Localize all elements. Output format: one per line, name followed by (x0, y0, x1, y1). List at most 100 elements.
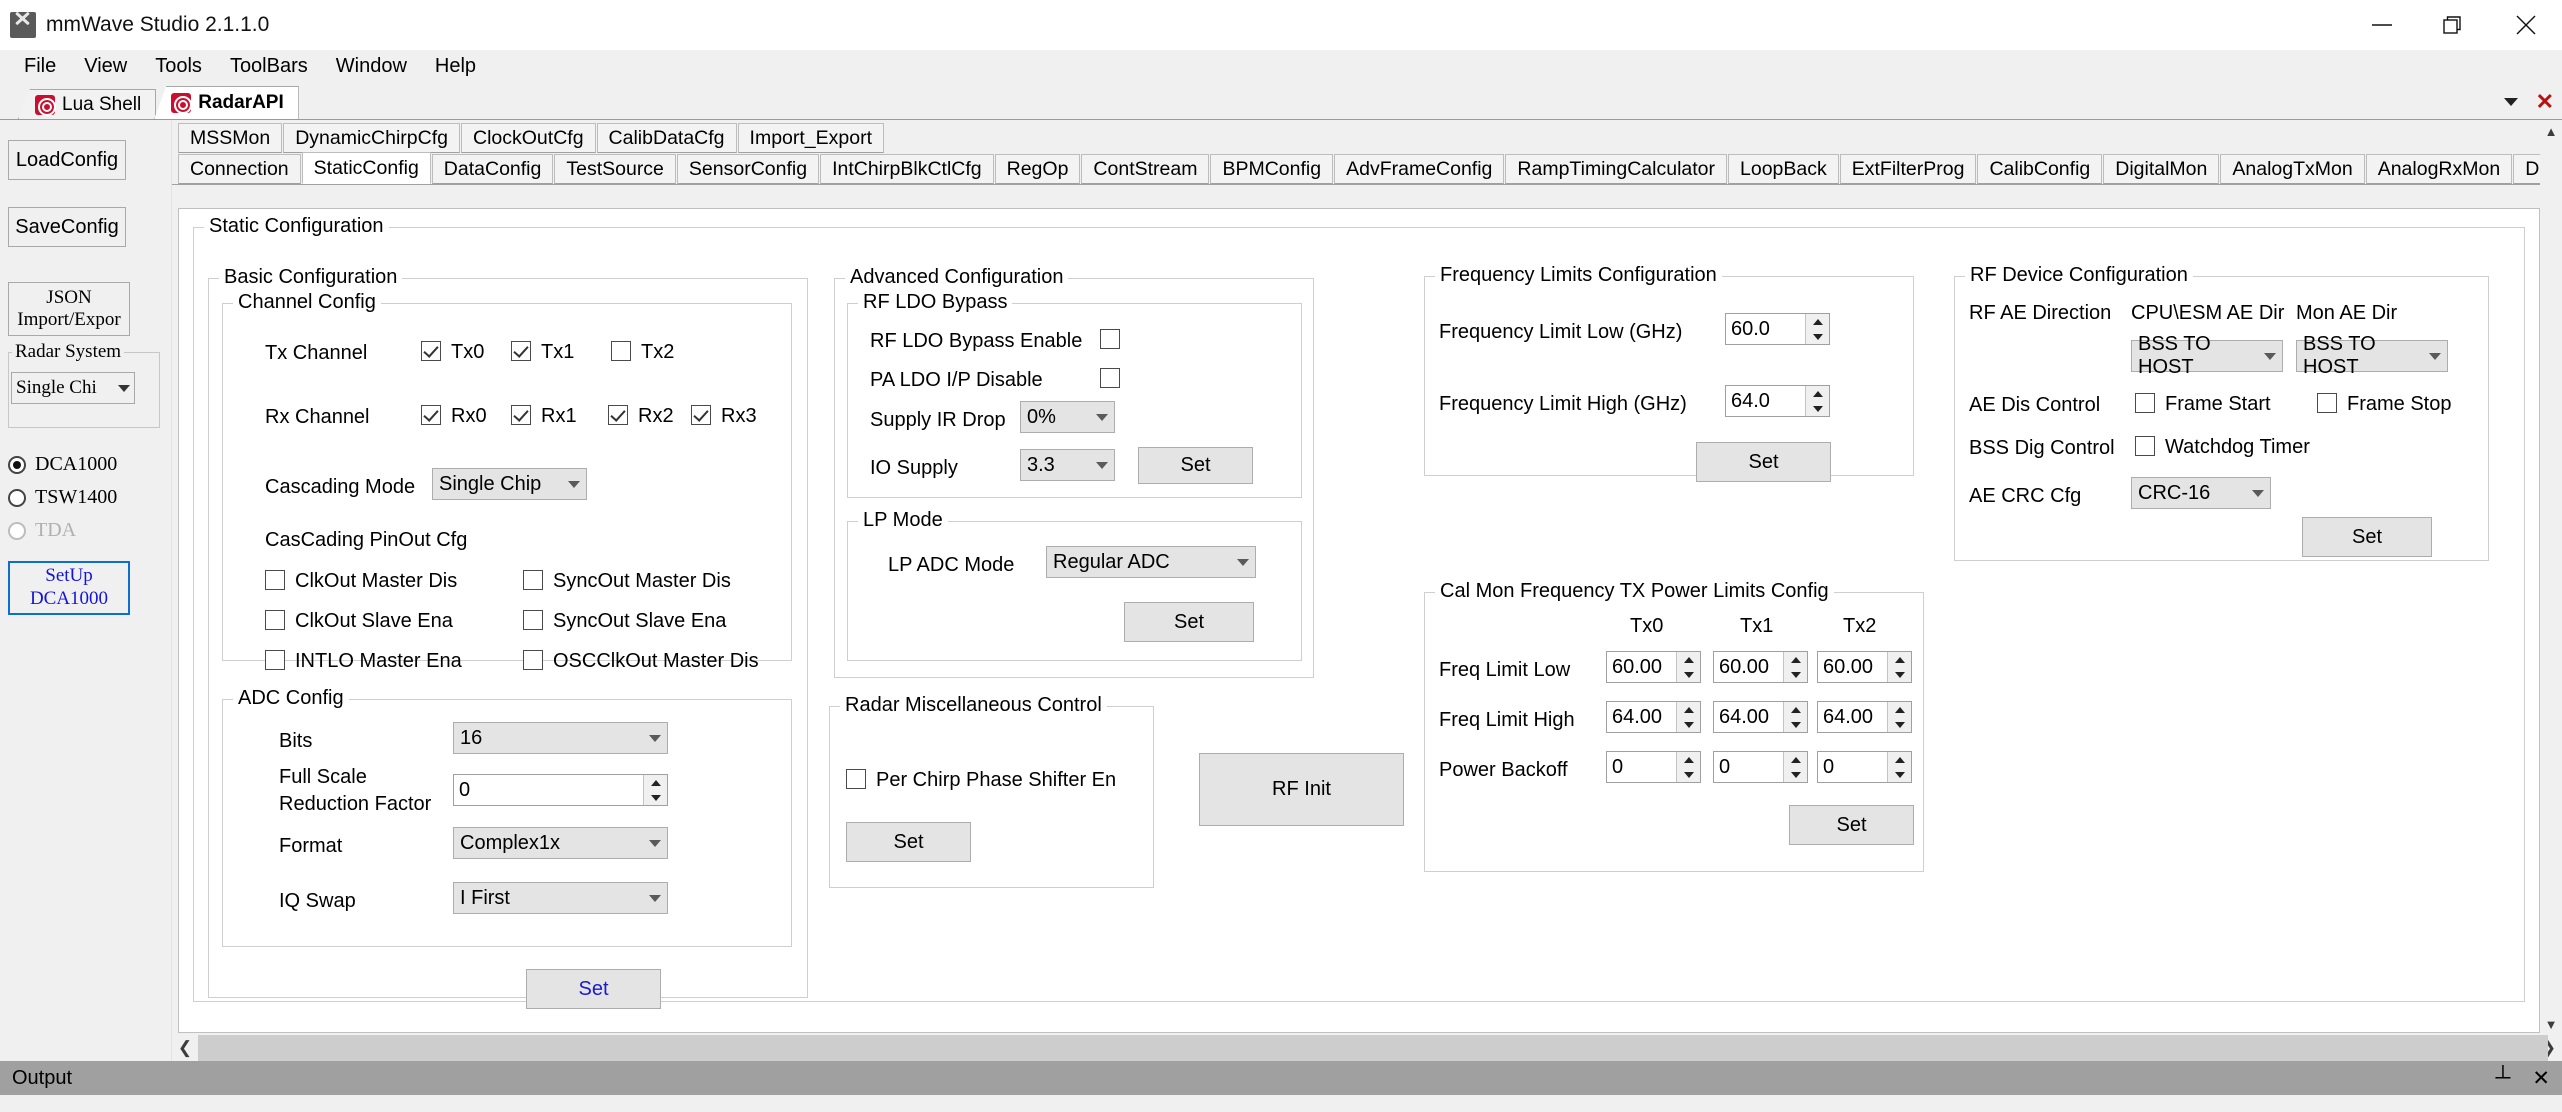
menu-view[interactable]: View (70, 51, 141, 82)
checkbox-rx3[interactable] (691, 405, 711, 425)
scroll-up-icon[interactable]: ▲ (2540, 120, 2562, 142)
scroll-left-icon[interactable]: ❮ (172, 1035, 198, 1061)
spinner-arrows[interactable] (1887, 652, 1911, 682)
maximize-button[interactable] (2418, 0, 2490, 50)
cal-mon-power-backoff-tx0[interactable]: 0 (1606, 751, 1701, 783)
basic-config-set-button[interactable]: Set (526, 969, 661, 1009)
menu-file[interactable]: File (10, 51, 70, 82)
spinner-arrows[interactable] (1676, 702, 1700, 732)
cal-mon-freq-limit-low-tx2[interactable]: 60.00 (1817, 651, 1912, 683)
pin-icon[interactable]: ┴ (2496, 1066, 2511, 1090)
tab-intchirpblkctlcfg[interactable]: IntChirpBlkCtlCfg (820, 154, 994, 184)
cal-mon-freq-limit-high-tx1[interactable]: 64.00 (1713, 701, 1808, 733)
tab-advframeconfig[interactable]: AdvFrameConfig (1334, 154, 1505, 184)
rf-device-set-button[interactable]: Set (2302, 517, 2432, 557)
scroll-down-icon[interactable]: ▼ (2540, 1013, 2562, 1035)
checkbox-rx2[interactable] (608, 405, 628, 425)
lp-adc-mode-select[interactable]: Regular ADC (1046, 546, 1256, 578)
checkbox-paldo-ip-disable[interactable] (1100, 368, 1120, 388)
spinner-arrows[interactable] (1676, 652, 1700, 682)
spinner-arrows[interactable] (1805, 314, 1829, 344)
frequency-limit-low-input[interactable]: 60.0 (1725, 313, 1830, 345)
tab-dynamicchirpcfg[interactable]: DynamicChirpCfg (283, 123, 460, 153)
vertical-scrollbar[interactable]: ▲ ▼ (2540, 120, 2562, 1035)
checkbox-tx0[interactable] (421, 341, 441, 361)
cal-mon-power-backoff-tx1[interactable]: 0 (1713, 751, 1808, 783)
horizontal-scroll-track[interactable] (198, 1035, 2548, 1061)
tab-list-chevron-down-icon[interactable] (2503, 98, 2518, 106)
radar-misc-set-button[interactable]: Set (846, 822, 971, 862)
tab-calibdatacfg[interactable]: CalibDataCfg (596, 123, 737, 153)
tab-bpmconfig[interactable]: BPMConfig (1210, 154, 1334, 184)
tab-contstream[interactable]: ContStream (1081, 154, 1210, 184)
ae-crc-cfg-select[interactable]: CRC-16 (2131, 477, 2271, 509)
json-import-export-button[interactable]: JSON Import/Expor (8, 282, 130, 336)
checkbox-watchdog-timer[interactable] (2135, 436, 2155, 456)
tab-analogrxmon[interactable]: AnalogRxMon (2365, 154, 2513, 184)
cpu-esm-ae-dir-select[interactable]: BSS TO HOST (2131, 333, 2283, 378)
tab-connection[interactable]: Connection (178, 154, 301, 184)
cascading-mode-select[interactable]: Single Chip (432, 468, 587, 500)
checkbox-per-chirp-phase-shifter[interactable] (846, 769, 866, 789)
spinner-arrows[interactable] (1805, 386, 1829, 416)
tab-sensorconfig[interactable]: SensorConfig (676, 154, 820, 184)
tab-mssmon[interactable]: MSSMon (178, 123, 283, 153)
tab-regop[interactable]: RegOp (994, 154, 1081, 184)
checkbox-tx2[interactable] (611, 341, 631, 361)
close-button[interactable] (2490, 0, 2562, 50)
checkbox-rx0[interactable] (421, 405, 441, 425)
checkbox-oscclkout-master-dis[interactable] (523, 650, 543, 670)
tab-import-export[interactable]: Import_Export (737, 123, 884, 153)
save-config-button[interactable]: SaveConfig (8, 207, 126, 247)
cal-mon-freq-limit-high-tx0[interactable]: 64.00 (1606, 701, 1701, 733)
load-config-button[interactable]: LoadConfig (8, 140, 126, 180)
checkbox-frame-stop[interactable] (2317, 393, 2337, 413)
tab-lua-shell[interactable]: Lua Shell (18, 89, 157, 119)
tab-ramptimingcalculator[interactable]: RampTimingCalculator (1505, 154, 1727, 184)
frequency-limit-high-input[interactable]: 64.0 (1725, 385, 1830, 417)
radio-dca1000[interactable]: DCA1000 (8, 448, 171, 481)
spinner-arrows[interactable] (1783, 702, 1807, 732)
tab-clockoutcfg[interactable]: ClockOutCfg (461, 123, 596, 153)
tab-analogtxmon[interactable]: AnalogTxMon (2220, 154, 2365, 184)
checkbox-clkout-master-dis[interactable] (265, 570, 285, 590)
horizontal-scroll-thumb[interactable] (198, 1035, 2548, 1061)
full-scale-reduction-factor-input[interactable]: 0 (453, 774, 668, 806)
cal-mon-power-backoff-tx2[interactable]: 0 (1817, 751, 1912, 783)
setup-dca1000-button[interactable]: SetUp DCA1000 (8, 561, 130, 615)
rf-ldo-set-button[interactable]: Set (1138, 447, 1253, 484)
tab-radar-api[interactable]: RadarAPI (154, 86, 299, 119)
tab-loopback[interactable]: LoopBack (1728, 154, 1839, 184)
tab-extfilterprog[interactable]: ExtFilterProg (1839, 154, 1977, 184)
rf-init-button[interactable]: RF Init (1199, 753, 1404, 826)
spinner-arrows[interactable] (1887, 702, 1911, 732)
output-close-icon[interactable]: ✕ (2532, 1066, 2550, 1091)
checkbox-tx1[interactable] (511, 341, 531, 361)
cal-mon-freq-limit-low-tx0[interactable]: 60.00 (1606, 651, 1701, 683)
tab-staticconfig[interactable]: StaticConfig (301, 152, 431, 184)
lp-mode-set-button[interactable]: Set (1124, 602, 1254, 642)
spinner-arrows[interactable] (1783, 752, 1807, 782)
io-supply-select[interactable]: 3.3 (1020, 449, 1115, 481)
menu-window[interactable]: Window (322, 51, 421, 82)
tab-digitalmon[interactable]: DigitalMon (2103, 154, 2220, 184)
checkbox-syncout-slave-ena[interactable] (523, 610, 543, 630)
adc-format-select[interactable]: Complex1x (453, 827, 668, 859)
menu-toolbars[interactable]: ToolBars (216, 51, 322, 82)
horizontal-scrollbar[interactable]: ❮ ❯ (172, 1035, 2562, 1061)
tab-testsource[interactable]: TestSource (554, 154, 676, 184)
mon-ae-dir-select[interactable]: BSS TO HOST (2296, 333, 2448, 378)
cal-mon-set-button[interactable]: Set (1789, 805, 1914, 845)
radar-system-select[interactable]: Single Chi (11, 372, 135, 404)
frequency-limits-set-button[interactable]: Set (1696, 442, 1831, 482)
menu-help[interactable]: Help (421, 51, 490, 82)
checkbox-clkout-slave-ena[interactable] (265, 610, 285, 630)
spinner-arrows[interactable] (1887, 752, 1911, 782)
tab-calibconfig[interactable]: CalibConfig (1977, 154, 2103, 184)
iq-swap-select[interactable]: I First (453, 882, 668, 914)
cal-mon-freq-limit-low-tx1[interactable]: 60.00 (1713, 651, 1808, 683)
checkbox-syncout-master-dis[interactable] (523, 570, 543, 590)
cal-mon-freq-limit-high-tx2[interactable]: 64.00 (1817, 701, 1912, 733)
radio-tsw1400[interactable]: TSW1400 (8, 481, 171, 514)
checkbox-rx1[interactable] (511, 405, 531, 425)
